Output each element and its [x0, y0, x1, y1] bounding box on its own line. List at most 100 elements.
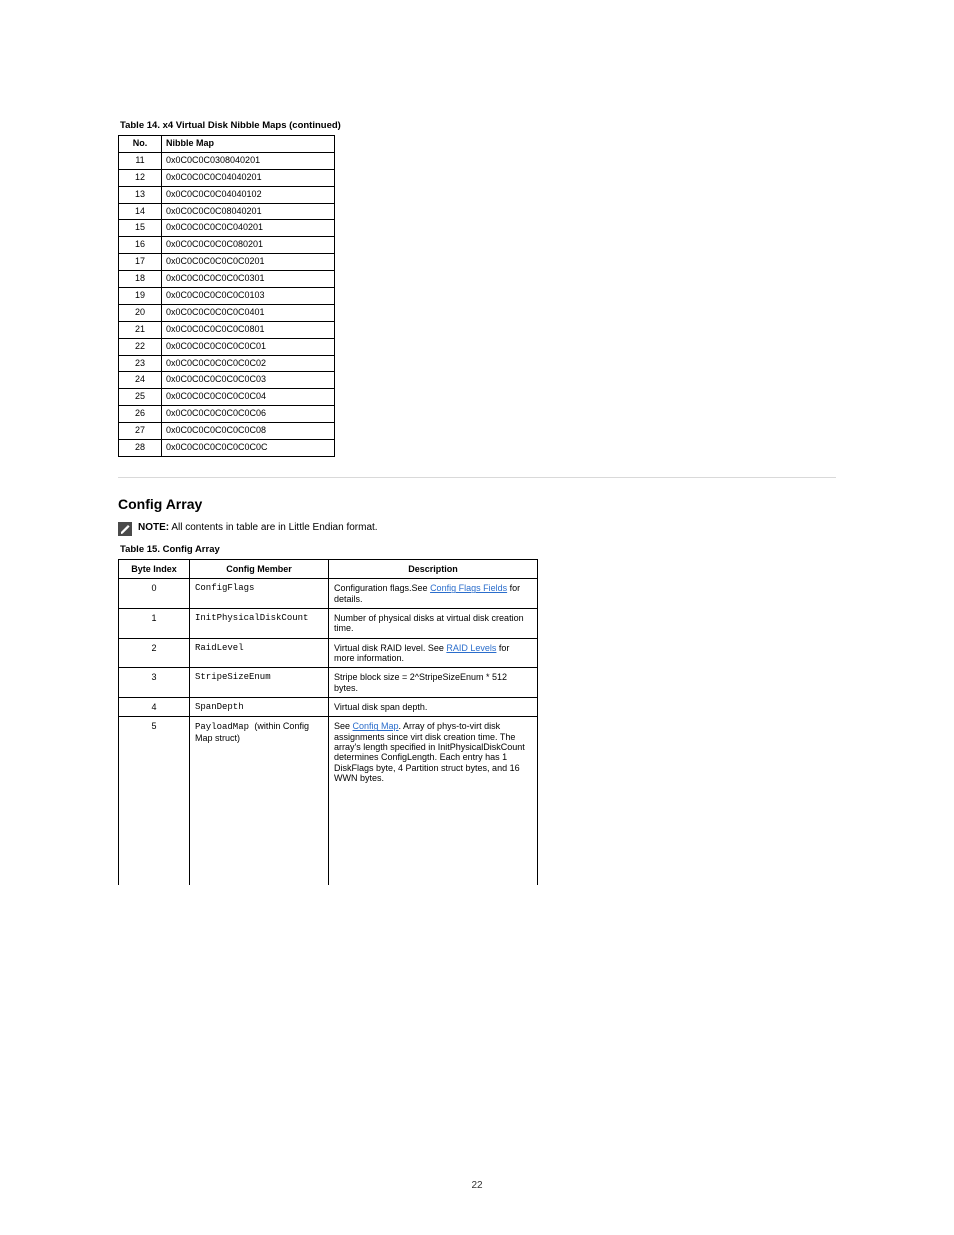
nibble-row-index: 23: [119, 355, 162, 372]
pencil-note-icon: [118, 522, 132, 536]
table-row: 190x0C0C0C0C0C0C0103: [119, 288, 335, 305]
table-row: 180x0C0C0C0C0C0C0301: [119, 271, 335, 288]
desc-text-pre: Configuration flags.: [334, 583, 412, 593]
table-row: 160x0C0C0C0C0C080201: [119, 237, 335, 254]
config-row-description: Number of physical disks at virtual disk…: [329, 608, 538, 638]
config-row-member: StripeSizeEnum: [190, 668, 329, 698]
table-row: 250x0C0C0C0C0C0C0C04: [119, 389, 335, 406]
table14-caption: Table 14. x4 Virtual Disk Nibble Maps (c…: [118, 120, 836, 135]
table-row: 210x0C0C0C0C0C0C0801: [119, 321, 335, 338]
table-row: 170x0C0C0C0C0C0C0201: [119, 254, 335, 271]
table-row: 2RaidLevelVirtual disk RAID level. See R…: [119, 638, 538, 668]
nibble-row-map: 0x0C0C0C0C0C0C0C03: [162, 372, 335, 389]
config-row-member: SpanDepth: [190, 698, 329, 717]
table-row: 1InitPhysicalDiskCountNumber of physical…: [119, 608, 538, 638]
table15-header-config-member: Config Member: [190, 559, 329, 578]
config-row-byte-index: 1: [119, 608, 190, 638]
nibble-row-index: 14: [119, 203, 162, 220]
config-row-byte-index: 5: [119, 717, 190, 886]
note-line: NOTE: All contents in table are in Littl…: [118, 522, 836, 536]
table-row: 280x0C0C0C0C0C0C0C0C: [119, 440, 335, 457]
nibble-row-index: 27: [119, 423, 162, 440]
nibble-row-map: 0x0C0C0C0C04040201: [162, 169, 335, 186]
nibble-row-index: 25: [119, 389, 162, 406]
table14-header-map: Nibble Map: [162, 136, 335, 153]
config-row-member: PayloadMap (within Config Map struct): [190, 717, 329, 886]
nibble-row-index: 28: [119, 440, 162, 457]
desc-text-pre: Virtual disk RAID level.: [334, 643, 428, 653]
table15-config-array: Byte Index Config Member Description 0Co…: [118, 559, 538, 885]
nibble-row-map: 0x0C0C0C0C0C0C0201: [162, 254, 335, 271]
config-row-member: InitPhysicalDiskCount: [190, 608, 329, 638]
table-row: 270x0C0C0C0C0C0C0C08: [119, 423, 335, 440]
desc-text-see: See: [428, 643, 447, 653]
config-row-description: Virtual disk span depth.: [329, 698, 538, 717]
nibble-row-index: 17: [119, 254, 162, 271]
table15-header-description: Description: [329, 559, 538, 578]
section-divider: [118, 477, 836, 478]
internal-link[interactable]: Config Flags Fields: [430, 583, 507, 593]
table-row: 220x0C0C0C0C0C0C0C01: [119, 338, 335, 355]
table-row: 130x0C0C0C0C04040102: [119, 186, 335, 203]
nibble-row-map: 0x0C0C0C0C0C0C0C06: [162, 406, 335, 423]
config-row-byte-index: 0: [119, 579, 190, 609]
table15-header-byte-index: Byte Index: [119, 559, 190, 578]
table15-caption: Table 15. Config Array: [118, 542, 836, 559]
nibble-row-map: 0x0C0C0C0C0C0C0C0C: [162, 440, 335, 457]
table-row: 4SpanDepthVirtual disk span depth.: [119, 698, 538, 717]
nibble-row-map: 0x0C0C0C0C0C0C0C01: [162, 338, 335, 355]
config-row-byte-index: 4: [119, 698, 190, 717]
nibble-row-map: 0x0C0C0C0C0C0C0C02: [162, 355, 335, 372]
table-row: 120x0C0C0C0C04040201: [119, 169, 335, 186]
table14-header-no: No.: [119, 136, 162, 153]
nibble-row-map: 0x0C0C0C0C0C040201: [162, 220, 335, 237]
table-row: 3StripeSizeEnumStripe block size = 2^Str…: [119, 668, 538, 698]
nibble-row-index: 22: [119, 338, 162, 355]
nibble-row-map: 0x0C0C0C0C0C0C0401: [162, 304, 335, 321]
desc-text-pre: See: [334, 721, 353, 731]
table14-nibble-maps: No. Nibble Map 110x0C0C0C0308040201120x0…: [118, 135, 335, 457]
note-body: All contents in table are in Little Endi…: [171, 522, 377, 533]
nibble-row-map: 0x0C0C0C0C08040201: [162, 203, 335, 220]
config-row-description: Virtual disk RAID level. See RAID Levels…: [329, 638, 538, 668]
nibble-row-map: 0x0C0C0C0308040201: [162, 152, 335, 169]
note-text: NOTE: All contents in table are in Littl…: [138, 522, 378, 533]
nibble-row-index: 21: [119, 321, 162, 338]
nibble-row-index: 15: [119, 220, 162, 237]
config-row-byte-index: 2: [119, 638, 190, 668]
desc-text-see: See: [412, 583, 431, 593]
config-row-byte-index: 3: [119, 668, 190, 698]
nibble-row-index: 19: [119, 288, 162, 305]
page-number: 22: [471, 1180, 482, 1191]
table-row: 0ConfigFlagsConfiguration flags.See Conf…: [119, 579, 538, 609]
nibble-row-index: 26: [119, 406, 162, 423]
config-row-description: Configuration flags.See Config Flags Fie…: [329, 579, 538, 609]
table-row: 110x0C0C0C0308040201: [119, 152, 335, 169]
nibble-row-map: 0x0C0C0C0C0C0C0301: [162, 271, 335, 288]
config-row-description: Stripe block size = 2^StripeSizeEnum * 5…: [329, 668, 538, 698]
internal-link[interactable]: Config Map: [353, 721, 399, 731]
table-row: 230x0C0C0C0C0C0C0C02: [119, 355, 335, 372]
nibble-row-index: 24: [119, 372, 162, 389]
nibble-row-map: 0x0C0C0C0C0C0C0C04: [162, 389, 335, 406]
section-title-config-array: Config Array: [118, 496, 836, 512]
config-row-description: See Config Map. Array of phys-to-virt di…: [329, 717, 538, 886]
nibble-row-map: 0x0C0C0C0C0C0C0801: [162, 321, 335, 338]
table-row: 240x0C0C0C0C0C0C0C03: [119, 372, 335, 389]
nibble-row-index: 12: [119, 169, 162, 186]
nibble-row-map: 0x0C0C0C0C0C0C0103: [162, 288, 335, 305]
config-row-member: RaidLevel: [190, 638, 329, 668]
nibble-row-map: 0x0C0C0C0C0C080201: [162, 237, 335, 254]
nibble-row-index: 13: [119, 186, 162, 203]
table-row: 200x0C0C0C0C0C0C0401: [119, 304, 335, 321]
nibble-row-map: 0x0C0C0C0C0C0C0C08: [162, 423, 335, 440]
nibble-row-index: 18: [119, 271, 162, 288]
config-row-member: ConfigFlags: [190, 579, 329, 609]
nibble-row-index: 11: [119, 152, 162, 169]
internal-link[interactable]: RAID Levels: [446, 643, 496, 653]
note-label: NOTE:: [138, 522, 169, 533]
nibble-row-index: 20: [119, 304, 162, 321]
table-row: 150x0C0C0C0C0C040201: [119, 220, 335, 237]
table-row: 260x0C0C0C0C0C0C0C06: [119, 406, 335, 423]
nibble-row-index: 16: [119, 237, 162, 254]
